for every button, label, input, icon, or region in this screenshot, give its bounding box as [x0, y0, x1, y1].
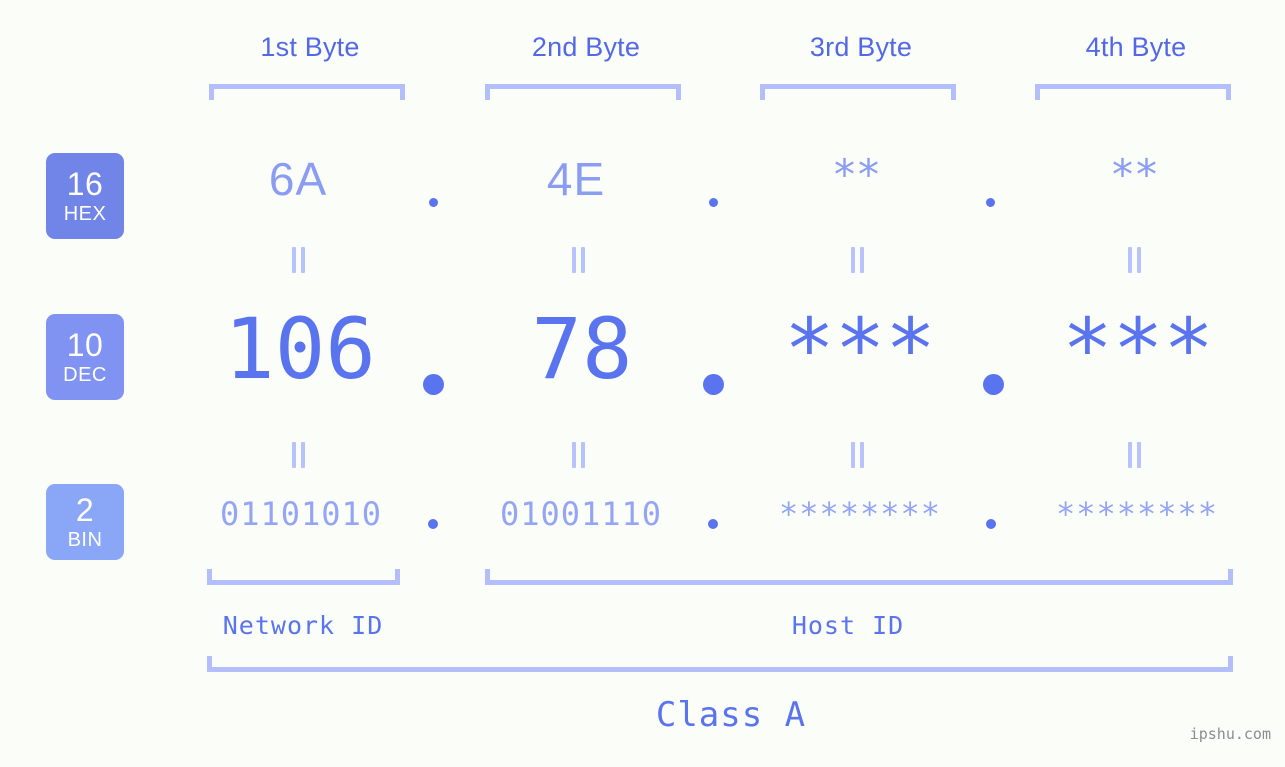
dec-separator-1 — [423, 374, 444, 395]
host-id-bracket — [485, 569, 1233, 585]
hex-separator-3 — [986, 198, 995, 207]
network-id-bracket — [207, 569, 400, 585]
equals-hex-dec-2 — [572, 247, 585, 273]
byte-bracket-1 — [209, 84, 405, 100]
equals-dec-bin-2 — [572, 442, 585, 468]
byte-header-4: 4th Byte — [1085, 32, 1187, 62]
base-badge-bin-number: 2 — [75, 492, 95, 528]
network-id-label: Network ID — [222, 611, 384, 640]
dec-byte-2: 78 — [531, 300, 633, 398]
class-label: Class A — [655, 695, 807, 735]
site-watermark: ipshu.com — [1189, 725, 1271, 743]
bin-byte-3: ******** — [778, 495, 942, 533]
base-badge-bin-abbr: BIN — [67, 529, 103, 551]
ip-address-breakdown-diagram: 1st Byte 2nd Byte 3rd Byte 4th Byte 16 H… — [0, 0, 1285, 767]
bin-separator-3 — [986, 519, 996, 529]
hex-byte-4: ** — [1112, 150, 1160, 199]
byte-bracket-2 — [485, 84, 681, 100]
byte-header-3: 3rd Byte — [809, 32, 913, 62]
host-id-label: Host ID — [791, 611, 905, 640]
equals-hex-dec-4 — [1128, 247, 1141, 273]
hex-separator-2 — [709, 198, 718, 207]
bin-byte-1: 01101010 — [219, 495, 383, 533]
base-badge-dec: 10 DEC — [46, 314, 124, 400]
dec-separator-2 — [703, 374, 724, 395]
bin-byte-2: 01001110 — [499, 495, 663, 533]
class-bracket — [207, 656, 1233, 672]
bin-separator-2 — [708, 519, 718, 529]
byte-bracket-4 — [1035, 84, 1231, 100]
equals-dec-bin-1 — [292, 442, 305, 468]
byte-bracket-3 — [760, 84, 956, 100]
base-badge-hex-abbr: HEX — [63, 203, 107, 225]
dec-byte-4: *** — [1062, 300, 1214, 398]
base-badge-dec-abbr: DEC — [63, 364, 107, 386]
base-badge-bin: 2 BIN — [46, 484, 124, 560]
equals-dec-bin-3 — [851, 442, 864, 468]
hex-byte-1: 6A — [268, 153, 328, 205]
bin-separator-1 — [428, 519, 438, 529]
base-badge-dec-number: 10 — [66, 327, 104, 363]
base-badge-hex: 16 HEX — [46, 153, 124, 239]
equals-hex-dec-1 — [292, 247, 305, 273]
bin-byte-4: ******** — [1055, 495, 1219, 533]
byte-header-2: 2nd Byte — [531, 32, 641, 62]
equals-hex-dec-3 — [851, 247, 864, 273]
hex-byte-3: ** — [834, 150, 882, 199]
equals-dec-bin-4 — [1128, 442, 1141, 468]
base-badge-hex-number: 16 — [66, 166, 104, 202]
hex-byte-2: 4E — [546, 153, 606, 205]
dec-byte-3: *** — [784, 300, 936, 398]
hex-separator-1 — [429, 198, 438, 207]
dec-byte-1: 106 — [224, 300, 376, 398]
byte-header-1: 1st Byte — [260, 32, 360, 62]
dec-separator-3 — [983, 374, 1004, 395]
